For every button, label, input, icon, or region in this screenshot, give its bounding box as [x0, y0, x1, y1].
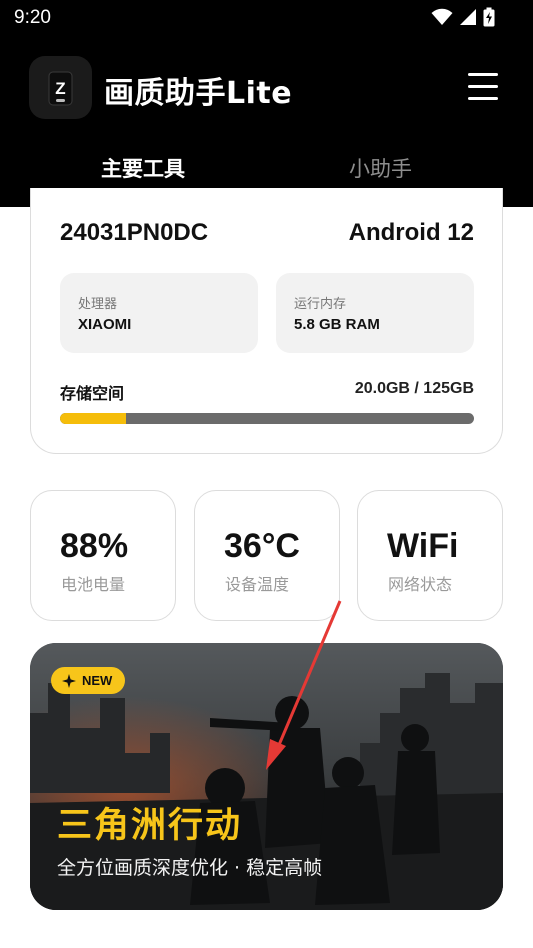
network-card[interactable]: WiFi 网络状态 — [357, 490, 503, 621]
ram-value: 5.8 GB RAM — [294, 316, 380, 333]
new-badge-label: NEW — [82, 673, 113, 688]
app-header: 9:20 Z 画质助手Lite 主要工具 小助手 — [0, 0, 533, 207]
status-bar: 9:20 — [0, 0, 533, 38]
processor-card: 处理器 XIAOMI — [60, 273, 258, 353]
storage-progress-fill — [60, 413, 127, 424]
game-banner-delta-force[interactable]: NEW 三角洲行动 全方位画质深度优化 · 稳定高帧 — [30, 643, 503, 910]
battery-card[interactable]: 88% 电池电量 — [30, 490, 176, 621]
android-version: Android 12 — [348, 219, 474, 246]
banner-subtitle: 全方位画质深度优化 · 稳定高帧 — [57, 857, 323, 879]
app-title: 画质助手Lite — [104, 76, 293, 111]
battery-charging-icon — [483, 7, 495, 27]
storage-label: 存储空间 — [60, 384, 125, 403]
menu-button[interactable] — [462, 70, 502, 104]
network-value: WiFi — [387, 527, 459, 565]
app-logo-letter: Z — [55, 79, 65, 98]
tab-main-tools[interactable]: 主要工具 — [101, 153, 185, 183]
wifi-icon — [431, 8, 453, 26]
battery-label: 电池电量 — [61, 575, 126, 594]
storage-progress-bar — [60, 413, 474, 424]
hamburger-menu-icon — [468, 73, 498, 100]
banner-title: 三角洲行动 — [57, 806, 243, 846]
storage-value: 20.0GB / 125GB — [354, 380, 474, 397]
temperature-value: 36°C — [224, 527, 300, 565]
ram-card: 运行内存 5.8 GB RAM — [276, 273, 474, 353]
processor-label: 处理器 — [78, 297, 118, 312]
app-logo: Z — [29, 56, 92, 119]
temperature-label: 设备温度 — [225, 575, 290, 594]
processor-value: XIAOMI — [78, 316, 132, 333]
signal-icon — [459, 8, 477, 26]
ram-label: 运行内存 — [294, 297, 347, 312]
sparkle-icon — [62, 673, 76, 688]
device-model: 24031PN0DC — [60, 219, 209, 246]
temperature-card[interactable]: 36°C 设备温度 — [194, 490, 340, 621]
new-badge: NEW — [51, 667, 126, 694]
network-label: 网络状态 — [388, 575, 453, 594]
tab-helper[interactable]: 小助手 — [349, 153, 412, 183]
battery-value: 88% — [60, 527, 129, 565]
status-time: 9:20 — [14, 7, 51, 28]
